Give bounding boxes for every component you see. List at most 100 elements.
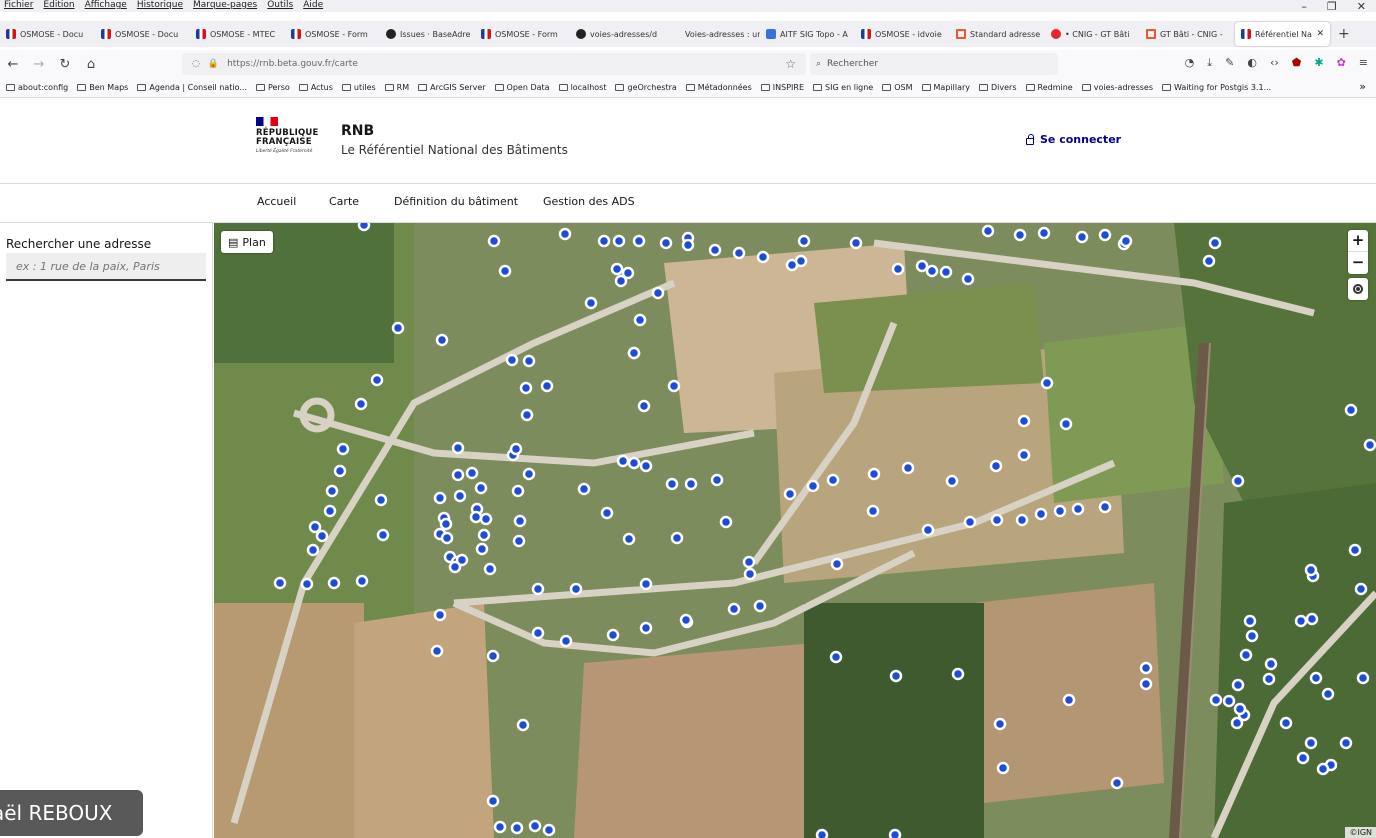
building-marker[interactable] bbox=[1071, 502, 1085, 516]
search-bar[interactable]: ⌕ Rechercher bbox=[810, 53, 1058, 75]
building-marker[interactable] bbox=[370, 373, 384, 387]
service-title[interactable]: RNB bbox=[341, 123, 374, 139]
building-marker[interactable] bbox=[325, 484, 339, 498]
building-marker[interactable] bbox=[435, 333, 449, 347]
building-marker[interactable] bbox=[558, 227, 572, 241]
bookmark-item[interactable]: localhost bbox=[558, 83, 606, 92]
building-marker[interactable] bbox=[632, 234, 646, 248]
building-marker[interactable] bbox=[516, 718, 530, 732]
building-marker[interactable] bbox=[639, 459, 653, 473]
more-bookmarks-icon[interactable]: » bbox=[1359, 80, 1366, 93]
bookmark-item[interactable]: geOrchestra bbox=[615, 83, 677, 92]
building-marker[interactable] bbox=[612, 234, 626, 248]
new-tab-icon[interactable]: + bbox=[1338, 26, 1350, 42]
building-marker[interactable] bbox=[1321, 687, 1335, 701]
building-marker[interactable] bbox=[1233, 702, 1247, 716]
bookmark-item[interactable]: Ben Maps bbox=[77, 83, 128, 92]
building-marker[interactable] bbox=[465, 466, 479, 480]
building-marker[interactable] bbox=[639, 621, 653, 635]
building-marker[interactable] bbox=[1363, 438, 1376, 452]
building-marker[interactable] bbox=[1279, 716, 1293, 730]
bookmark-star-icon[interactable]: ☆ bbox=[785, 57, 796, 71]
building-marker[interactable] bbox=[509, 442, 523, 456]
building-marker[interactable] bbox=[627, 346, 641, 360]
nav-definition-batiment[interactable]: Définition du bâtiment bbox=[394, 195, 518, 208]
building-marker[interactable] bbox=[961, 272, 975, 286]
login-button[interactable]: Se connecter bbox=[1026, 133, 1121, 146]
pocket-icon[interactable]: ◔ bbox=[1185, 56, 1195, 70]
extension-icon-1[interactable]: ✎ bbox=[1225, 56, 1234, 70]
bookmark-item[interactable]: Perso bbox=[256, 83, 290, 92]
building-marker[interactable] bbox=[708, 243, 722, 257]
building-marker[interactable] bbox=[315, 529, 329, 543]
building-marker[interactable] bbox=[522, 467, 536, 481]
forward-icon[interactable]: → bbox=[26, 57, 52, 72]
building-marker[interactable] bbox=[1015, 513, 1029, 527]
building-marker[interactable] bbox=[830, 557, 844, 571]
bookmark-item[interactable]: OSM bbox=[882, 83, 913, 92]
building-marker[interactable] bbox=[888, 828, 902, 838]
os-menu-item[interactable]: Affichage bbox=[85, 0, 127, 12]
bookmark-item[interactable]: Mapillary bbox=[921, 83, 970, 92]
building-marker[interactable] bbox=[511, 484, 525, 498]
building-marker[interactable] bbox=[510, 821, 524, 835]
building-marker[interactable] bbox=[1245, 629, 1259, 643]
extension-icon-2[interactable]: ◐ bbox=[1247, 56, 1257, 70]
building-marker[interactable] bbox=[1208, 236, 1222, 250]
building-marker[interactable] bbox=[829, 650, 843, 664]
browser-tab[interactable]: Issues · BaseAdre bbox=[380, 22, 475, 46]
building-marker[interactable] bbox=[357, 223, 371, 232]
zoom-in-button[interactable]: + bbox=[1348, 230, 1368, 252]
building-marker[interactable] bbox=[540, 379, 554, 393]
building-marker[interactable] bbox=[1230, 716, 1244, 730]
building-marker[interactable] bbox=[849, 236, 863, 250]
building-marker[interactable] bbox=[391, 321, 405, 335]
building-marker[interactable] bbox=[584, 296, 598, 310]
building-marker[interactable] bbox=[606, 628, 620, 642]
building-marker[interactable] bbox=[374, 493, 388, 507]
nav-carte[interactable]: Carte bbox=[329, 195, 359, 208]
building-marker[interactable] bbox=[569, 582, 583, 596]
building-marker[interactable] bbox=[327, 576, 341, 590]
building-marker[interactable] bbox=[486, 794, 500, 808]
building-marker[interactable] bbox=[866, 504, 880, 518]
nav-accueil[interactable]: Accueil bbox=[257, 195, 296, 208]
building-marker[interactable] bbox=[963, 515, 977, 529]
building-marker[interactable] bbox=[1053, 504, 1067, 518]
building-marker[interactable] bbox=[451, 441, 465, 455]
browser-tab[interactable]: Standard adresse bbox=[950, 22, 1045, 46]
building-marker[interactable] bbox=[1098, 500, 1112, 514]
building-marker[interactable] bbox=[1202, 254, 1216, 268]
building-marker[interactable] bbox=[505, 353, 519, 367]
building-marker[interactable] bbox=[719, 515, 733, 529]
building-marker[interactable] bbox=[1339, 736, 1353, 750]
os-menu-item[interactable]: Marque-pages bbox=[193, 0, 257, 12]
bookmark-item[interactable]: voies-adresses bbox=[1081, 83, 1153, 92]
building-marker[interactable] bbox=[1017, 414, 1031, 428]
building-marker[interactable] bbox=[915, 259, 929, 273]
building-marker[interactable] bbox=[1062, 693, 1076, 707]
os-menu-item[interactable]: Historique bbox=[137, 0, 183, 12]
building-marker[interactable] bbox=[639, 577, 653, 591]
building-marker[interactable] bbox=[336, 442, 350, 456]
building-marker[interactable] bbox=[627, 456, 641, 470]
building-marker[interactable] bbox=[990, 513, 1004, 527]
bookmark-item[interactable]: Divers bbox=[979, 83, 1017, 92]
building-marker[interactable] bbox=[531, 582, 545, 596]
bookmark-item[interactable]: SIG en ligne bbox=[813, 83, 873, 92]
bookmark-item[interactable]: Waiting for Postgis 3.1... bbox=[1162, 83, 1271, 92]
building-marker[interactable] bbox=[376, 528, 390, 542]
os-menu-item[interactable]: Edition bbox=[43, 0, 74, 12]
building-marker[interactable] bbox=[1231, 474, 1245, 488]
building-marker[interactable] bbox=[469, 510, 483, 524]
building-marker[interactable] bbox=[531, 626, 545, 640]
building-marker[interactable] bbox=[355, 574, 369, 588]
building-marker[interactable] bbox=[433, 491, 447, 505]
building-marker[interactable] bbox=[797, 234, 811, 248]
building-marker[interactable] bbox=[559, 634, 573, 648]
building-marker[interactable] bbox=[1262, 672, 1276, 686]
building-marker[interactable] bbox=[577, 482, 591, 496]
building-marker[interactable] bbox=[542, 823, 556, 837]
building-marker[interactable] bbox=[753, 599, 767, 613]
bookmark-item[interactable]: Redmine bbox=[1025, 83, 1073, 92]
